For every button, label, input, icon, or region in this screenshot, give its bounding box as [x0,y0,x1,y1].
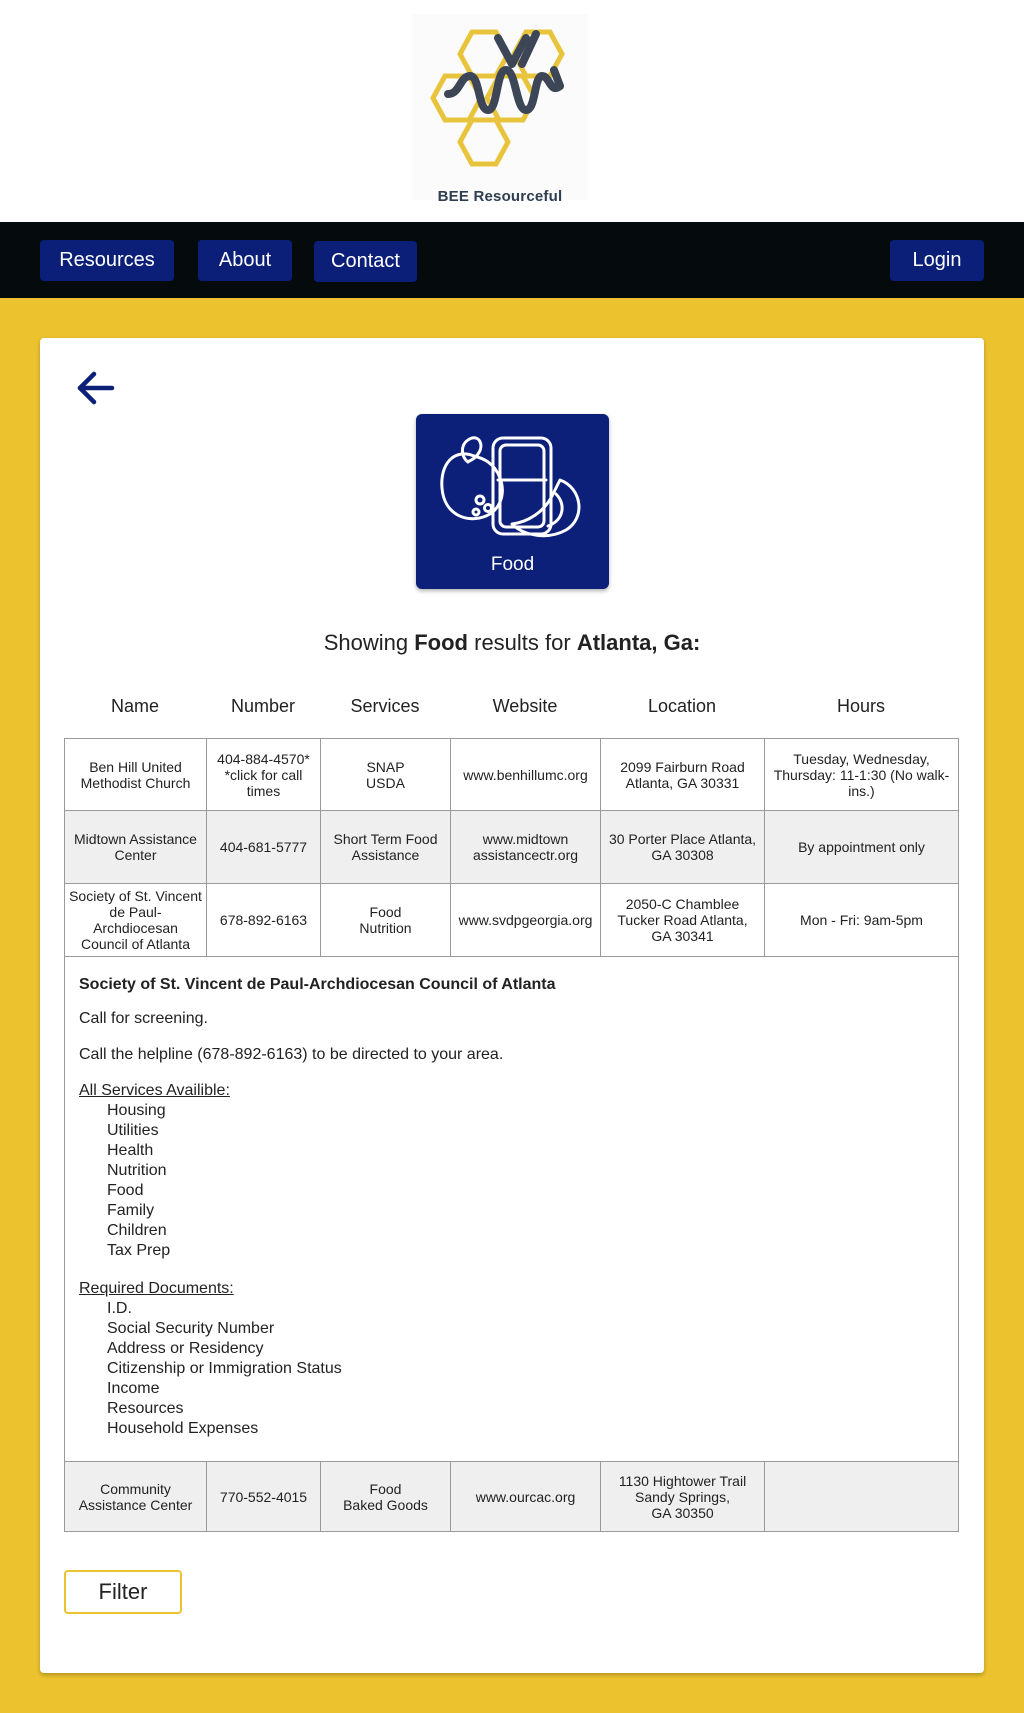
list-item: Children [107,1222,167,1239]
list-item: Resources [107,1400,184,1417]
list-item: Citizenship or Immigration Status [107,1360,342,1377]
table-row[interactable]: Midtown Assistance Center 404-681-5777 S… [64,810,959,884]
nav-bar: Resources About Contact Login [0,222,1024,298]
cell-name: Society of St. Vincent de Paul-Archdioce… [64,883,207,957]
list-item: Nutrition [107,1162,167,1179]
logo-text: BEE Resourceful [437,188,563,205]
cell-name: Midtown Assistance Center [64,810,207,884]
cell-location: 2099 Fairburn Road Atlanta, GA 30331 [600,738,765,811]
cell-website[interactable]: www.ourcac.org [450,1461,601,1532]
cell-name: Community Assistance Center [64,1461,207,1532]
cell-hours: By appointment only [764,810,959,884]
list-item: Tax Prep [107,1242,171,1259]
cell-hours: Mon - Fri: 9am-5pm [764,883,959,957]
cell-hours [764,1461,959,1532]
back-button[interactable] [74,368,118,408]
list-item: Housing [107,1102,166,1119]
cell-number[interactable]: 770-552-4015 [206,1461,321,1532]
cell-website[interactable]: www.svdpgeorgia.org [450,883,601,957]
category-label: Food [490,554,535,575]
cell-services: Short Term Food Assistance [320,810,451,884]
column-header-services: Services [350,696,420,716]
cell-services: SNAP USDA [320,738,451,811]
cell-website[interactable]: www.benhillumc.org [450,738,601,811]
table-row[interactable]: Society of St. Vincent de Paul-Archdioce… [64,883,959,957]
detail-line: Call the helpline (678-892-6163) to be d… [79,1046,504,1063]
results-table: Ben Hill United Methodist Church 404-884… [64,738,959,1532]
cell-location: 1130 Hightower Trail Sandy Springs, GA 303… [600,1461,765,1532]
detail-title: Society of St. Vincent de Paul-Archdioce… [79,976,556,993]
header-logo-area: BEE Resourceful [0,0,1024,222]
cell-location: 2050-C Chamblee Tucker Road Atlanta, GA 30… [600,883,765,957]
cell-hours: Tuesday, Wednesday, Thursday: 11-1:30 (N… [764,738,959,811]
column-header-location: Location [647,696,717,716]
filter-button[interactable]: Filter [64,1570,182,1614]
nav-about-button[interactable]: About [198,240,292,281]
services-heading: All Services Availible: [79,1082,230,1099]
cell-number[interactable]: 678-892-6163 [206,883,321,957]
list-item: Address or Residency [107,1340,264,1357]
food-icon [440,436,581,538]
cell-services: Food Nutrition [320,883,451,957]
column-header-name: Name [110,696,159,716]
cell-name: Ben Hill United Methodist Church [64,738,207,811]
list-item: Income [107,1380,160,1397]
nav-resources-button[interactable]: Resources [40,240,174,281]
services-list: Housing Utilities Health Nutrition Food … [79,1101,944,1261]
cell-number[interactable]: 404-681-5777 [206,810,321,884]
detail-row: Society of St. Vincent de Paul-Archdioce… [64,956,959,1462]
list-item: Utilities [107,1122,159,1139]
logo[interactable]: BEE Resourceful [412,14,588,205]
table-row[interactable]: Community Assistance Center 770-552-4015… [64,1461,959,1532]
column-header-number: Number [230,696,296,716]
documents-heading: Required Documents: [79,1280,234,1297]
login-button[interactable]: Login [890,240,984,281]
detail-line: Call for screening. [79,1010,208,1027]
list-item: Food [107,1182,144,1199]
food-category-tile[interactable]: Food [416,414,609,589]
table-row[interactable]: Ben Hill United Methodist Church 404-884… [64,738,959,811]
list-item: Household Expenses [107,1420,259,1437]
results-card: Food Showing Food results for Atlanta, G… [40,338,984,1673]
list-item: Health [107,1142,154,1159]
cell-website[interactable]: www.midtown assistancectr.org [450,810,601,884]
list-item: Social Security Number [107,1320,275,1337]
list-item: I.D. [107,1300,132,1317]
list-item: Family [107,1202,155,1219]
cell-number[interactable]: 404-884-4570* *click for call times [206,738,321,811]
column-header-website: Website [492,696,558,716]
arrow-left-icon [77,371,115,405]
detail-panel: Society of St. Vincent de Paul-Archdioce… [64,956,959,1462]
column-header-hours: Hours [836,696,885,716]
results-heading: Showing Food results for Atlanta, Ga: [323,630,701,655]
bee-logo-icon [430,29,565,167]
nav-contact-button[interactable]: Contact [314,241,417,282]
cell-services: Food Baked Goods [320,1461,451,1532]
cell-location: 30 Porter Place Atlanta, GA 30308 [600,810,765,884]
documents-list: I.D. Social Security Number Address or R… [79,1299,944,1439]
